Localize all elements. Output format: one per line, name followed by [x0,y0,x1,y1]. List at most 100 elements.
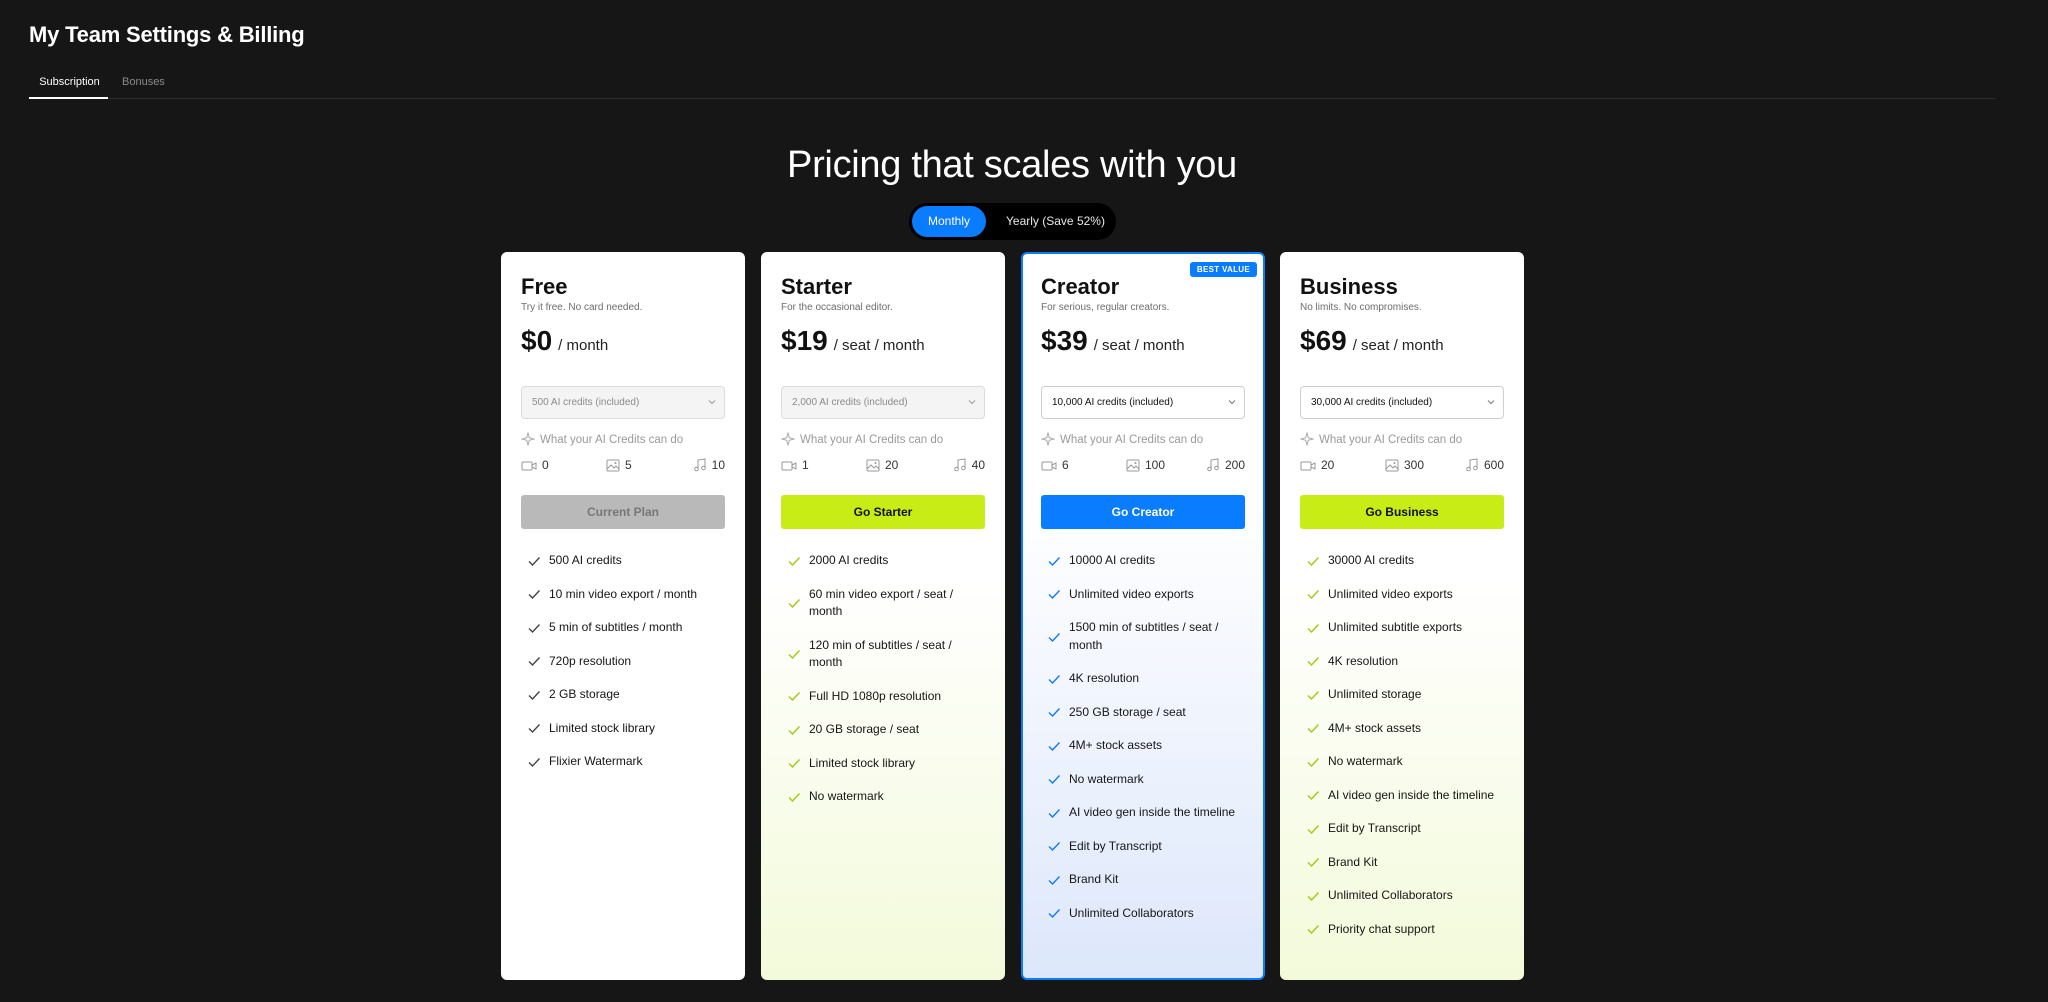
checkmark-icon [528,590,541,600]
audio-count: 200 [1206,458,1245,472]
plan-description: For the occasional editor. [781,302,893,313]
plan-name: Starter [781,274,852,299]
ai-credits-value: 10,000 AI credits (included) [1052,397,1174,408]
feature-item: 60 min video export / seat / month [781,586,985,621]
chevron-down-icon [968,400,976,405]
checkmark-icon [1307,858,1320,868]
ai-credits-hint-text: What your AI Credits can do [1060,434,1204,446]
feature-text: 4M+ stock assets [1328,720,1422,735]
tab-subscription[interactable]: Subscription [29,76,108,99]
music-note-icon [693,458,706,472]
chevron-down-icon [708,400,716,405]
ai-credits-info-link[interactable]: What your AI Credits can do [780,431,943,447]
feature-item: AI video gen inside the timeline [1300,787,1504,805]
feature-text: 120 min of subtitles / seat / month [809,637,952,670]
credit-usage-row: 20 300 600 [1300,458,1504,474]
tab-bonuses[interactable]: Bonuses [122,76,165,99]
feature-item: Priority chat support [1300,921,1504,939]
feature-text: Priority chat support [1328,921,1435,936]
current-plan-button[interactable]: Current Plan [521,495,725,529]
music-note-icon [1466,458,1478,472]
price-unit: / month [558,337,609,354]
checkmark-icon [528,623,541,633]
feature-text: AI video gen inside the timeline [1069,805,1236,819]
feature-list: 30000 AI credits Unlimited video exports U… [1300,552,1504,954]
feature-item: Unlimited Collaborators [1300,887,1504,905]
feature-item: Unlimited video exports [1300,586,1504,604]
checkmark-icon [788,556,801,566]
feature-text: 30000 AI credits [1328,553,1415,567]
go-starter-button[interactable]: Go Starter [781,495,985,529]
feature-item: 4K resolution [1300,653,1504,671]
feature-text: AI video gen inside the timeline [1328,787,1495,802]
checkmark-icon [1048,842,1061,852]
feature-text: 20 GB storage / seat [809,722,920,736]
feature-item: 2 GB storage [521,686,725,704]
monthly-option[interactable]: Monthly [912,206,986,237]
video-camera-icon [781,461,797,471]
music-note-icon [953,458,966,472]
yearly-option[interactable]: Yearly (Save 52%) [999,206,1112,237]
plan-description: Try it free. No card needed. [521,302,643,313]
feature-text: 4K resolution [1328,653,1399,668]
feature-item: Limited stock library [781,755,985,773]
feature-item: Unlimited video exports [1041,586,1245,604]
feature-item: Unlimited Collaborators [1041,905,1245,923]
feature-text: Edit by Transcript [1069,838,1162,853]
checkmark-icon [1307,791,1320,801]
go-creator-button[interactable]: Go Creator [1041,495,1245,529]
checkmark-icon [1307,623,1320,633]
ai-credits-info-link[interactable]: What your AI Credits can do [1040,431,1204,447]
video-count: 1 [781,458,809,472]
checkmark-icon [788,759,801,769]
feature-item: 4M+ stock assets [1300,720,1504,738]
feature-list: 2000 AI credits 60 min video export / sea… [781,552,985,822]
feature-text: 2 GB storage [549,687,620,701]
feature-text: Unlimited storage [1328,687,1422,701]
ai-credits-value: 500 AI credits (included) [532,397,640,408]
checkmark-icon [1048,909,1061,919]
feature-item: Unlimited storage [1300,686,1504,704]
ai-credits-hint-text: What your AI Credits can do [540,434,684,446]
feature-item: 4M+ stock assets [1041,737,1245,755]
checkmark-icon [528,757,541,767]
checkmark-icon [788,792,801,802]
plan-card-starter: Starter For the occasional editor. $19 / … [761,252,1005,980]
chevron-down-icon [1487,400,1495,405]
checkmark-icon [528,724,541,734]
checkmark-icon [1048,632,1061,642]
feature-item: 250 GB storage / seat [1041,704,1245,722]
ai-credits-info-link[interactable]: What your AI Credits can do [1299,431,1462,447]
image-count: 300 [1385,458,1424,472]
feature-text: 1500 min of subtitles / seat / month [1069,620,1219,652]
feature-item: 30000 AI credits [1300,552,1504,570]
feature-item: Brand Kit [1300,854,1504,872]
feature-text: Unlimited video exports [1328,586,1453,601]
feature-item: 720p resolution [521,653,725,671]
ai-credits-select[interactable]: 2,000 AI credits (included) [781,386,985,419]
feature-text: 2000 AI credits [809,553,889,567]
price-row: $69 / seat / month [1300,325,1444,357]
feature-text: No watermark [1328,754,1403,768]
ai-credits-info-link[interactable]: What your AI Credits can do [520,431,684,447]
audio-count: 40 [953,458,985,472]
price-row: $39 / seat / month [1041,325,1185,357]
plan-card-free: Free Try it free. No card needed. $0 / mo… [501,252,745,980]
chevron-down-icon [1228,400,1236,405]
checkmark-icon [788,599,801,609]
go-business-button[interactable]: Go Business [1300,495,1504,529]
credit-usage-row: 1 20 40 [781,458,985,474]
feature-item: No watermark [1041,771,1245,789]
ai-credits-select[interactable]: 30,000 AI credits (included) [1300,386,1504,419]
feature-text: No watermark [1069,771,1144,786]
feature-text: 60 min video export / seat / month [809,586,954,619]
checkmark-icon [1048,590,1061,600]
sparkle-icon [1299,431,1315,447]
ai-credits-select[interactable]: 10,000 AI credits (included) [1041,386,1245,419]
checkmark-icon [788,725,801,735]
ai-credits-select[interactable]: 500 AI credits (included) [521,386,725,419]
feature-text: 500 AI credits [549,553,622,567]
checkmark-icon [528,690,541,700]
price-row: $0 / month [521,325,608,357]
plan-card-creator: BEST VALUE Creator For serious, regular … [1021,252,1265,980]
